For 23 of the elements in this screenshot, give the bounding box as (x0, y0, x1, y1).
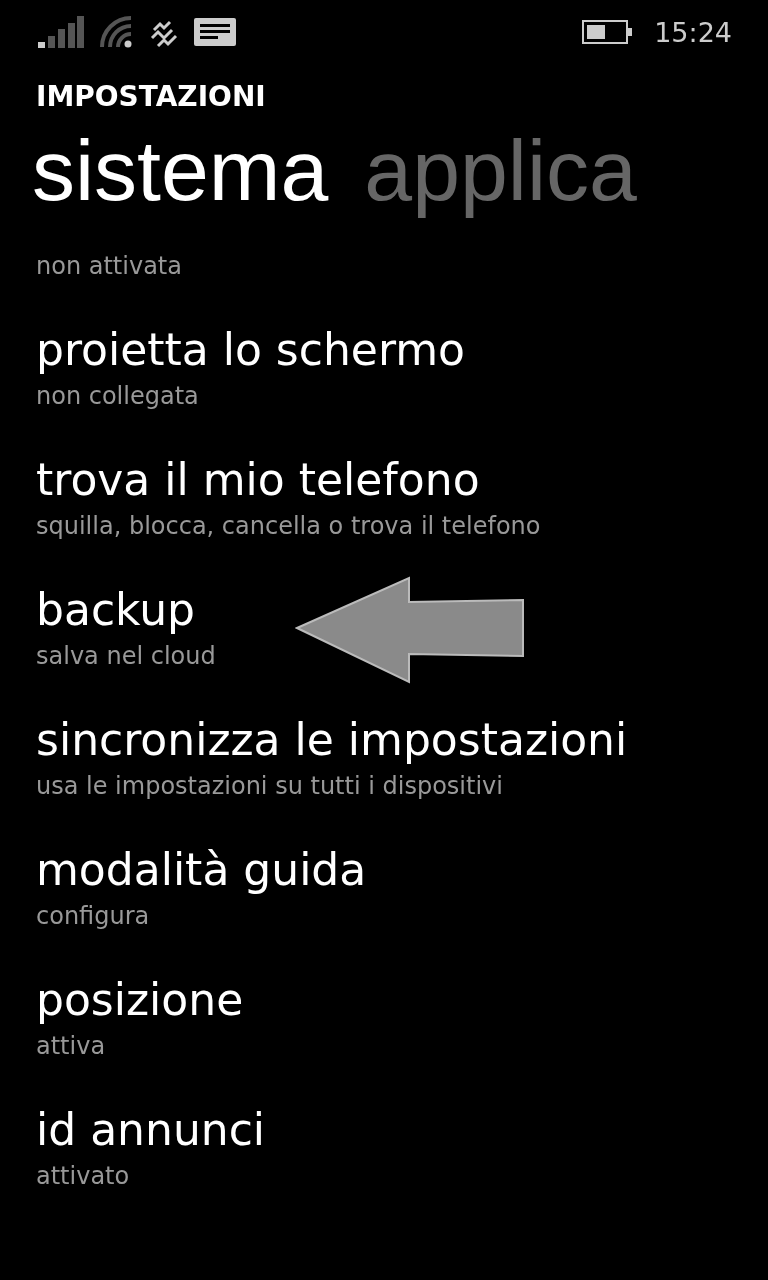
setting-subtitle: attiva (36, 1031, 107, 1062)
pivot-tab[interactable]: sistema (32, 121, 329, 231)
battery-icon (582, 20, 633, 44)
signal-icon (38, 16, 84, 48)
page-title: IMPOSTAZIONI (35, 79, 267, 113)
clock-time: 15:24 (654, 16, 732, 48)
wifi-icon (100, 16, 134, 48)
message-icon (194, 18, 236, 46)
setting-subtitle: attivato (36, 1161, 131, 1192)
setting-item[interactable]: trova il mio telefono (36, 451, 480, 509)
setting-item[interactable]: posizione (36, 971, 244, 1029)
setting-item[interactable]: id annunci (36, 1101, 266, 1159)
setting-subtitle: configura (36, 901, 151, 932)
setting-item[interactable]: sincronizza le impostazioni (36, 711, 628, 769)
setting-subtitle: squilla, blocca, cancella o trova il telefono (36, 511, 542, 542)
setting-subtitle: salva nel cloud (36, 641, 217, 672)
setting-item[interactable]: backup (36, 581, 196, 639)
setting-subtitle: non attivata (36, 251, 183, 282)
setting-item[interactable]: proietta lo schermo (36, 321, 466, 379)
setting-item[interactable]: modalità guida (36, 841, 367, 899)
pivot-tab[interactable]: applica (364, 121, 637, 231)
setting-subtitle: non collegata (36, 381, 200, 412)
setting-subtitle: usa le impostazioni su tutti i dispositivi (36, 771, 504, 802)
